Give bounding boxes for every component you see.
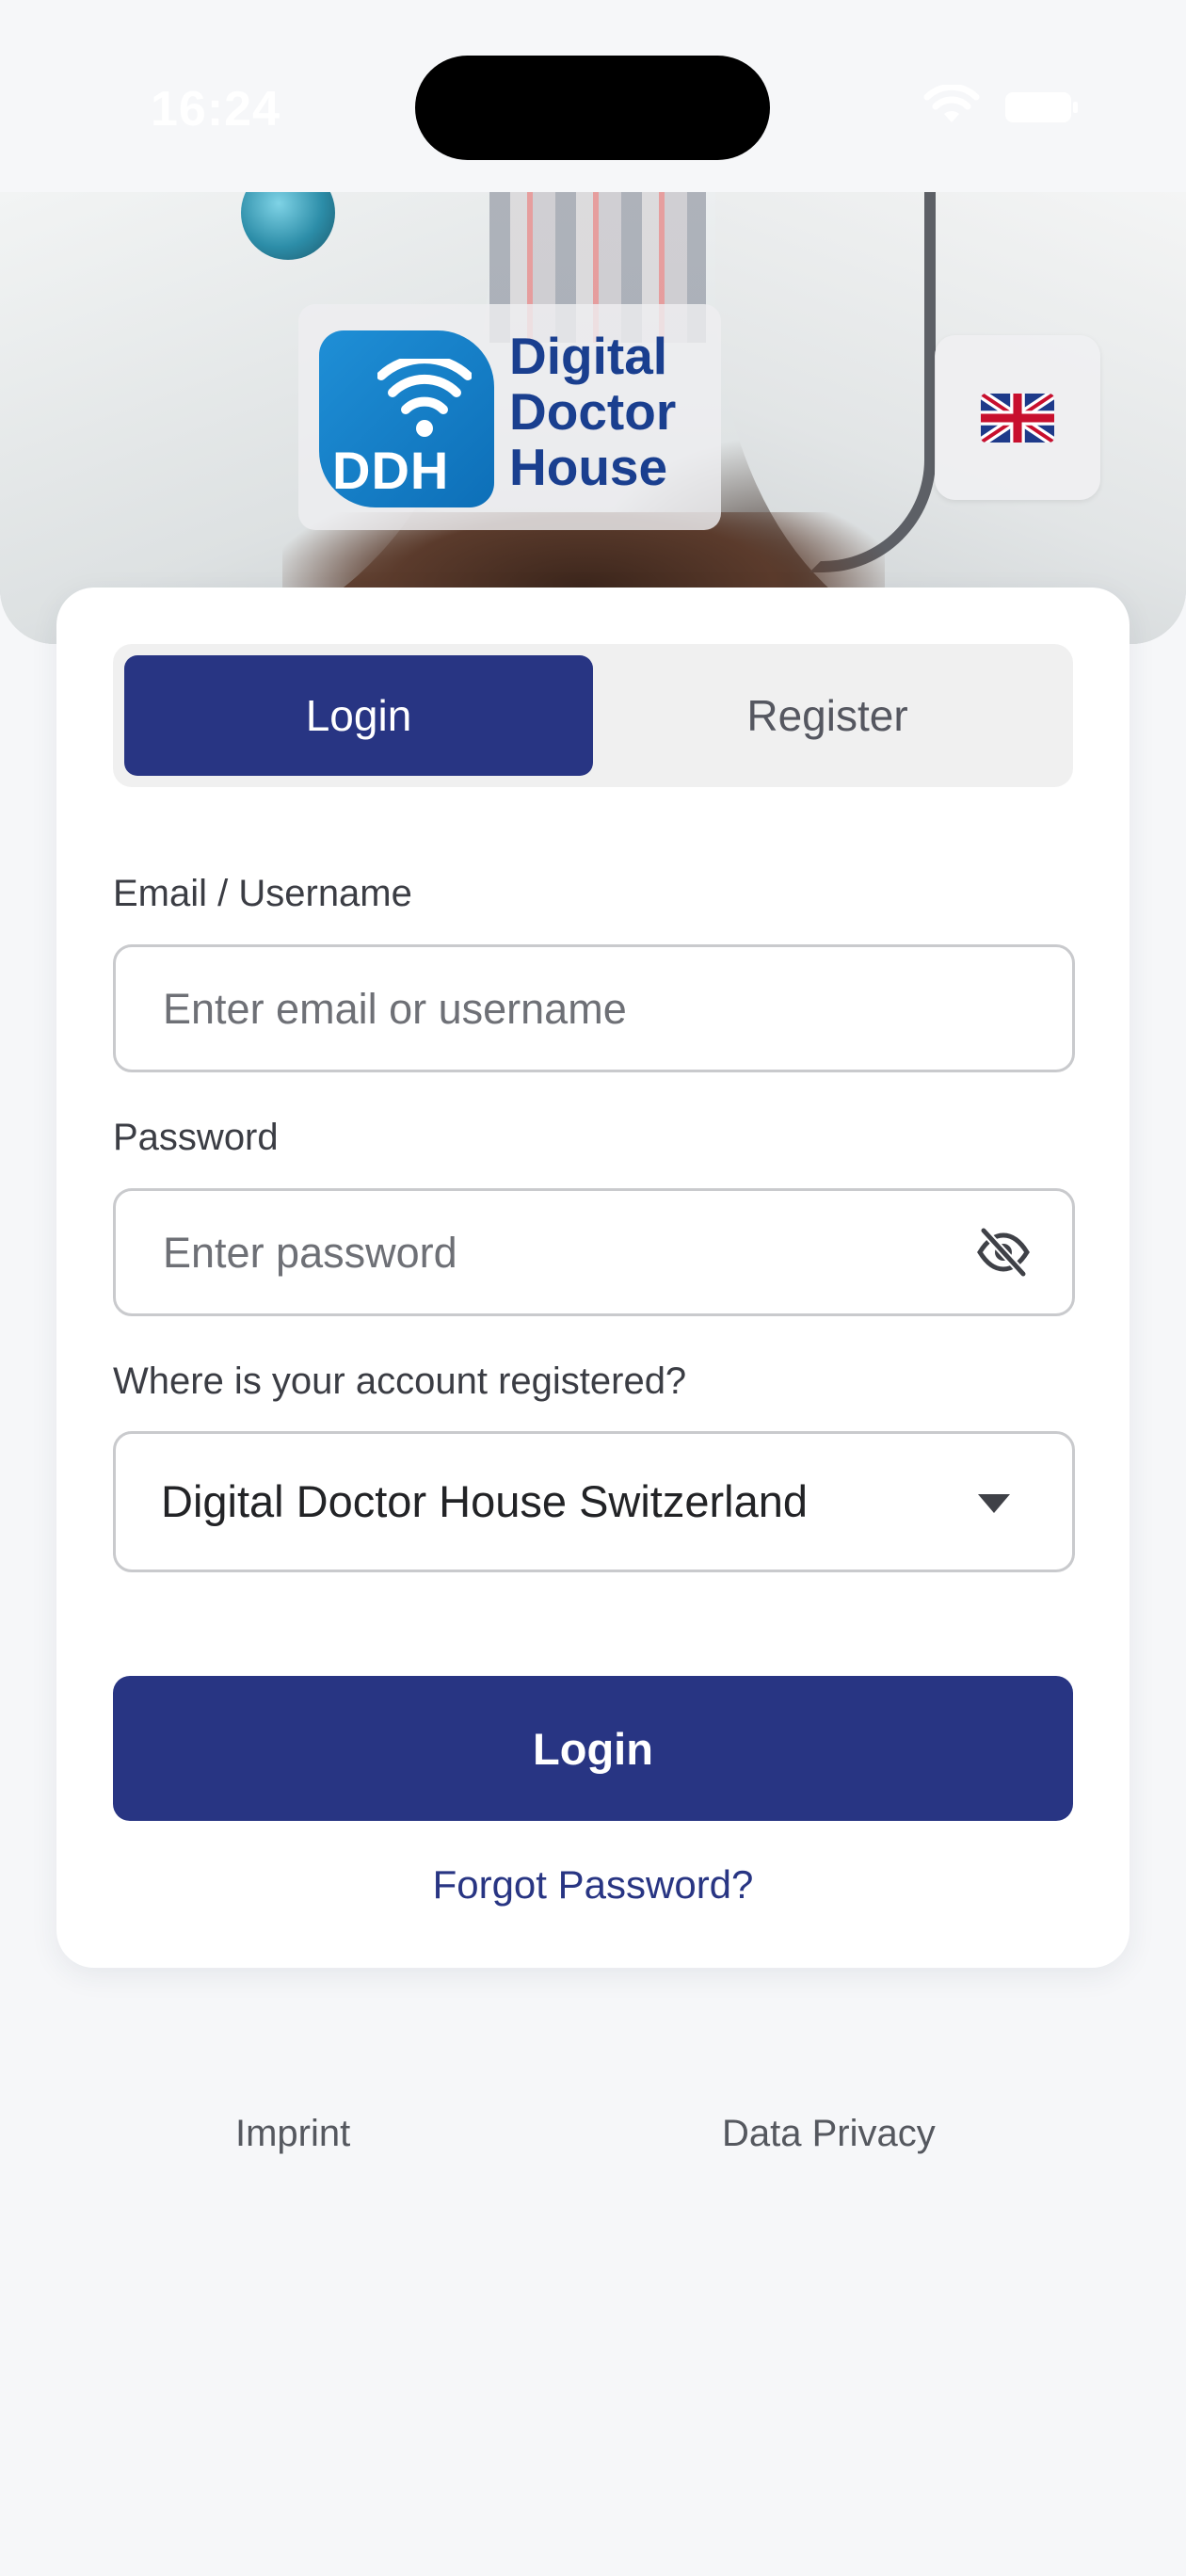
region-label: Where is your account registered? xyxy=(113,1360,687,1402)
login-card: Login Register Email / Username Password… xyxy=(56,588,1130,1968)
email-field[interactable] xyxy=(161,947,993,1071)
logo-badge-text: DDH xyxy=(332,441,450,500)
region-select[interactable]: Digital Doctor House Switzerland xyxy=(113,1431,1075,1572)
imprint-link[interactable]: Imprint xyxy=(235,2113,350,2155)
login-button[interactable]: Login xyxy=(113,1676,1073,1821)
logo-line-3: House xyxy=(509,438,668,496)
uk-flag-icon xyxy=(981,393,1054,443)
tab-login[interactable]: Login xyxy=(124,655,593,776)
chevron-down-icon xyxy=(978,1494,1010,1513)
region-select-value: Digital Doctor House Switzerland xyxy=(161,1476,809,1526)
logo-badge: DDH xyxy=(319,330,494,507)
logo-wifi-icon xyxy=(377,359,472,437)
email-field-container xyxy=(113,944,1075,1072)
email-label: Email / Username xyxy=(113,873,412,914)
password-label: Password xyxy=(113,1117,279,1158)
app-logo: DDH Digital Doctor House xyxy=(298,304,721,530)
data-privacy-link[interactable]: Data Privacy xyxy=(722,2113,936,2155)
logo-line-1: Digital xyxy=(509,327,668,385)
auth-tabs: Login Register xyxy=(113,644,1073,787)
password-field[interactable] xyxy=(161,1191,993,1315)
password-field-container xyxy=(113,1188,1075,1316)
battery-icon xyxy=(1005,92,1078,122)
wifi-icon xyxy=(923,85,980,122)
logo-line-2: Doctor xyxy=(509,382,677,441)
eye-off-icon[interactable] xyxy=(976,1227,1031,1278)
status-time: 16:24 xyxy=(151,82,280,137)
tab-register[interactable]: Register xyxy=(593,655,1062,776)
language-selector-button[interactable] xyxy=(935,335,1100,500)
status-bar: 16:24 xyxy=(0,0,1186,192)
forgot-password-link[interactable]: Forgot Password? xyxy=(56,1862,1130,1908)
dynamic-island xyxy=(415,56,770,160)
logo-wordmark: Digital Doctor House xyxy=(509,329,676,495)
